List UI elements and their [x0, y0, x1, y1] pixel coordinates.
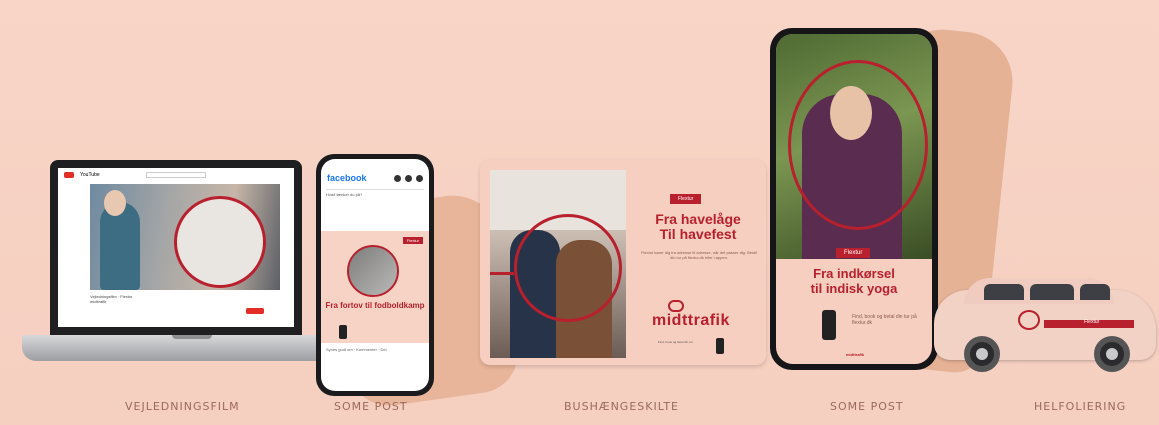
midttrafik-logo-icon	[668, 300, 684, 312]
story-screen: Flextur Fra indkørsel til indisk yoga Fi…	[776, 34, 932, 364]
couple-photo	[490, 170, 626, 358]
caption-taxi: HELFOLIERING	[1034, 400, 1127, 413]
photo-circle	[514, 214, 622, 322]
taxi-window-middle	[1030, 284, 1074, 300]
composer-input[interactable]: Hvad tænker du på?	[326, 189, 424, 203]
caption-some-2: SOME POST	[830, 400, 904, 413]
laptop-screen: YouTube Vejledningsfilm · Flextur midttr…	[50, 160, 302, 335]
video-person-head	[104, 190, 126, 216]
video-player-page: YouTube Vejledningsfilm · Flextur midttr…	[58, 168, 294, 327]
phone-icon	[339, 325, 347, 339]
taxi-window-front	[984, 284, 1024, 300]
photo-circle	[788, 60, 928, 230]
search-icon[interactable]	[405, 174, 412, 182]
facebook-screen: facebook Hvad tænker du på? Flextur Fra …	[321, 159, 429, 391]
bus-small-print: Find, book og betal din tur	[658, 340, 693, 344]
site-label: YouTube	[80, 172, 100, 178]
facebook-header: facebook	[321, 159, 429, 187]
post-actions[interactable]: Synes godt om · Kommenter · Del	[326, 347, 424, 352]
phone-icon	[822, 310, 836, 340]
circle-line	[490, 272, 514, 275]
phone-facebook: facebook Hvad tænker du på? Flextur Fra …	[316, 154, 434, 396]
midttrafik-logo: midttrafik	[846, 352, 865, 357]
laptop-base	[22, 335, 332, 361]
midttrafik-logo: midttrafik	[652, 312, 730, 329]
map-circle	[174, 196, 266, 288]
headline-line-2: til indisk yoga	[810, 281, 898, 296]
ad-headline: Fra fortov til fodboldkamp	[325, 301, 425, 310]
story-body: Find, book og betal din tur på flextur.d…	[852, 314, 917, 326]
taxi-circle-graphic	[1018, 310, 1040, 330]
subscribe-button[interactable]	[246, 308, 264, 314]
taxi-window-rear	[1080, 284, 1110, 300]
search-input[interactable]	[145, 172, 206, 178]
phone-story: Flextur Fra indkørsel til indisk yoga Fi…	[770, 28, 938, 370]
caption-bus: BUSHÆNGESKILTE	[564, 400, 679, 413]
taxi-car: Flextur	[934, 278, 1156, 372]
messenger-icon[interactable]	[416, 174, 423, 182]
add-icon[interactable]	[394, 174, 401, 182]
video-frame[interactable]	[90, 184, 280, 290]
headline-line-1: Fra havelåge	[655, 211, 741, 227]
headline-line-1: Fra indkørsel	[813, 266, 895, 281]
video-meta: Vejledningsfilm · Flextur midttrafik	[90, 294, 280, 304]
caption-some-1: SOME POST	[334, 400, 408, 413]
flextur-ribbon: Flextur	[402, 237, 423, 244]
video-person	[100, 202, 140, 290]
headline-line-2: Til havefest	[659, 226, 737, 242]
facebook-logo[interactable]: facebook	[327, 173, 390, 183]
channel-name[interactable]: midttrafik	[90, 299, 106, 304]
taxi-label: Flextur	[1084, 319, 1100, 325]
bus-body-text: Flextur kører dig fra adresse til adress…	[641, 250, 757, 260]
bus-sign: Flextur Fra havelåge Til havefest Flextu…	[480, 160, 766, 365]
campaign-overview: YouTube Vejledningsfilm · Flextur midttr…	[0, 0, 1159, 425]
video-site-header: YouTube	[58, 168, 294, 182]
phone-icon	[716, 338, 724, 354]
taxi-wheel-front	[964, 336, 1000, 372]
taxi-wheel-rear	[1094, 336, 1130, 372]
flextur-ribbon: Flextur	[836, 248, 871, 258]
bus-headline: Fra havelåge Til havefest	[636, 212, 760, 242]
caption-laptop: VEJLEDNINGSFILM	[125, 400, 240, 413]
ad-creative[interactable]: Flextur Fra fortov til fodboldkamp	[321, 231, 429, 343]
photo-circle	[347, 245, 399, 297]
video-logo-icon[interactable]	[64, 172, 74, 178]
flextur-ribbon: Flextur	[670, 194, 702, 204]
laptop-notch	[172, 335, 212, 339]
story-headline: Fra indkørsel til indisk yoga	[776, 266, 932, 296]
